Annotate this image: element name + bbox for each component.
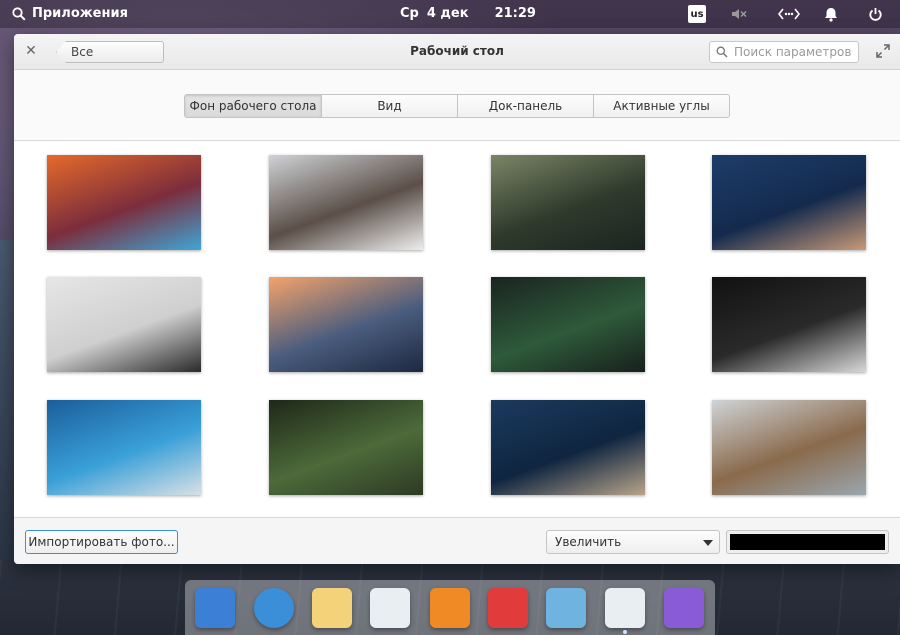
wallpaper-thumbnail[interactable] bbox=[712, 277, 866, 372]
wallpaper-thumbnail[interactable] bbox=[47, 400, 201, 495]
tab-dock[interactable]: Док-панель bbox=[457, 95, 593, 117]
maximize-icon[interactable] bbox=[876, 44, 890, 58]
scaling-mode-select[interactable]: Увеличить bbox=[546, 530, 720, 554]
globe-icon[interactable] bbox=[254, 588, 294, 628]
bottom-action-bar: Импортировать фото... Увеличить bbox=[14, 517, 900, 564]
mode-switcher-area: Фон рабочего стола Вид Док-панель Активн… bbox=[14, 71, 900, 141]
window-titlebar: ✕ Все параметры Рабочий стол bbox=[14, 34, 900, 70]
keyboard-layout-indicator[interactable]: us bbox=[688, 5, 706, 23]
wallpaper-thumbnail[interactable] bbox=[269, 277, 423, 372]
sound-muted-icon[interactable] bbox=[730, 5, 748, 23]
search-input[interactable] bbox=[734, 45, 854, 59]
settings-search-field[interactable] bbox=[709, 41, 859, 63]
mail-icon[interactable] bbox=[312, 588, 352, 628]
settings-window: ✕ Все параметры Рабочий стол Фон рабочег… bbox=[14, 34, 900, 564]
desktop-background-left bbox=[0, 240, 14, 560]
import-photo-button[interactable]: Импортировать фото... bbox=[25, 530, 178, 554]
calendar-icon[interactable] bbox=[370, 588, 410, 628]
photos-icon[interactable] bbox=[546, 588, 586, 628]
music-note-icon[interactable] bbox=[430, 588, 470, 628]
tab-appearance[interactable]: Вид bbox=[321, 95, 457, 117]
video-play-icon[interactable] bbox=[488, 588, 528, 628]
network-wired-icon[interactable] bbox=[778, 5, 800, 23]
wallpaper-thumbnail[interactable] bbox=[491, 400, 645, 495]
search-icon bbox=[716, 46, 728, 58]
wallpaper-thumbnail[interactable] bbox=[47, 155, 201, 250]
wallpaper-thumbnail[interactable] bbox=[712, 155, 866, 250]
applications-menu[interactable]: Приложения bbox=[12, 6, 128, 21]
datetime-indicator[interactable]: Ср 4 дек 21:29 bbox=[400, 6, 536, 21]
applications-label: Приложения bbox=[32, 6, 128, 21]
color-swatch bbox=[730, 534, 885, 550]
notifications-bell-icon[interactable] bbox=[822, 5, 840, 23]
background-color-button[interactable] bbox=[726, 530, 889, 554]
search-icon bbox=[12, 6, 26, 21]
wallpaper-thumbnail[interactable] bbox=[712, 400, 866, 495]
wallpaper-thumbnail[interactable] bbox=[491, 155, 645, 250]
power-icon[interactable] bbox=[866, 5, 884, 23]
date-label: 4 дек bbox=[426, 6, 469, 21]
scaling-mode-value: Увеличить bbox=[555, 535, 622, 549]
chevron-down-icon bbox=[703, 540, 713, 546]
appcenter-store-icon[interactable] bbox=[664, 588, 704, 628]
top-panel: Приложения Ср 4 дек 21:29 us bbox=[0, 0, 900, 28]
multitasking-view-icon[interactable] bbox=[195, 588, 235, 628]
settings-toggle-icon[interactable] bbox=[605, 588, 645, 628]
tab-hot-corners[interactable]: Активные углы bbox=[593, 95, 729, 117]
mode-button-group: Фон рабочего стола Вид Док-панель Активн… bbox=[184, 94, 730, 118]
wallpaper-thumbnail[interactable] bbox=[269, 400, 423, 495]
weekday-label: Ср bbox=[400, 6, 419, 21]
time-label: 21:29 bbox=[494, 6, 536, 21]
wallpaper-thumbnail[interactable] bbox=[269, 155, 423, 250]
wallpaper-thumbnail[interactable] bbox=[491, 277, 645, 372]
tab-wallpaper[interactable]: Фон рабочего стола bbox=[185, 95, 321, 117]
wallpaper-thumbnail[interactable] bbox=[47, 277, 201, 372]
wallpaper-grid bbox=[14, 142, 900, 516]
running-indicator bbox=[623, 630, 627, 634]
